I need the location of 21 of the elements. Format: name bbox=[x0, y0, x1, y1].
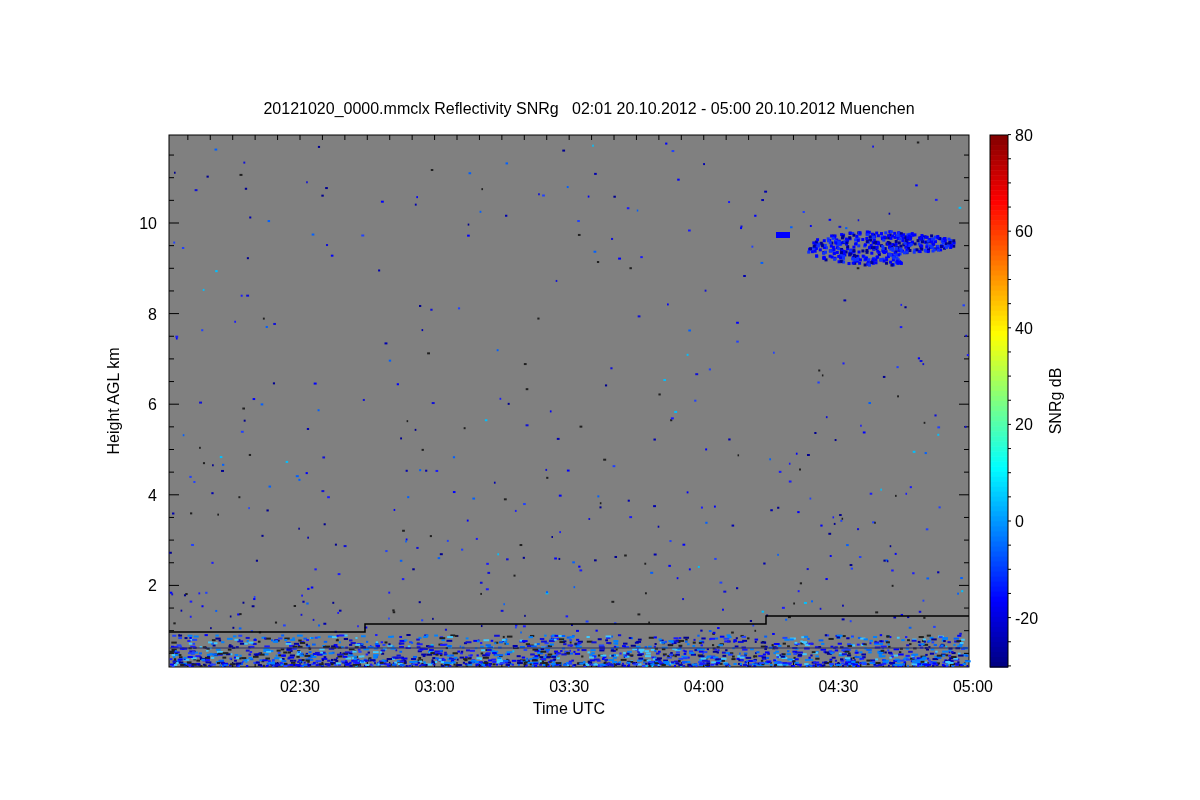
colorbar-tick-label: 40 bbox=[1015, 319, 1033, 337]
colorbar-tick-label: -20 bbox=[1015, 609, 1039, 627]
x-tick-label: 05:00 bbox=[953, 678, 993, 695]
colorbar-tick-label: 0 bbox=[1015, 513, 1024, 530]
colorbar-tick-label: 20 bbox=[1015, 416, 1033, 434]
plot-title: 20121020_0000.mmclx Reflectivity SNRg 02:01 20.10.2012 - 05:00 20.10.2012 Muenchen bbox=[263, 100, 915, 117]
y-tick-label: 10 bbox=[139, 215, 157, 232]
y-tick-label: 6 bbox=[148, 396, 157, 414]
x-tick-label: 04:30 bbox=[818, 678, 859, 695]
x-tick-label: 03:30 bbox=[549, 678, 590, 695]
x-tick-label: 04:00 bbox=[683, 678, 724, 695]
x-tick-label: 03:00 bbox=[414, 678, 455, 695]
x-axis-label: Time UTC bbox=[532, 700, 606, 717]
y-tick-label: 2 bbox=[148, 577, 157, 595]
x-tick-label: 02:30 bbox=[280, 678, 320, 695]
y-tick-label: 4 bbox=[148, 486, 157, 504]
colorbar-tick-label: 80 bbox=[1015, 126, 1033, 144]
y-tick-label: 8 bbox=[148, 305, 157, 323]
y-axis-label: Height AGL km bbox=[105, 347, 122, 455]
colorbar-label: SNRg dB bbox=[1047, 367, 1064, 435]
colorbar-tick-label: 60 bbox=[1015, 223, 1033, 241]
